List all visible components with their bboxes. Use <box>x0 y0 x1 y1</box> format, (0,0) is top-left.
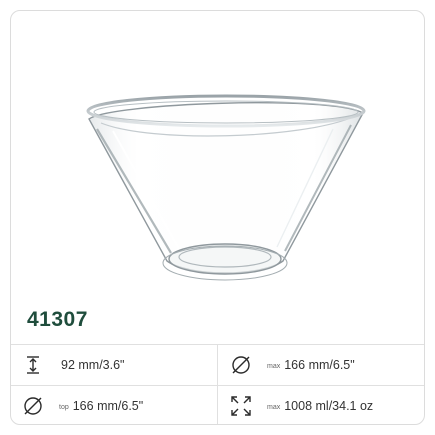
product-card: 41307 92 mm/3.6" max 166 mm/6.5" top 166… <box>10 10 425 425</box>
spec-max-diameter: max 166 mm/6.5" <box>229 345 355 385</box>
height-icon <box>27 356 39 374</box>
spec-height: 92 mm/3.6" <box>21 345 125 385</box>
spec-row: top 166 mm/6.5" max 1008 ml/34.1 oz <box>11 385 424 424</box>
spec-prefix: top <box>59 403 69 411</box>
diameter-icon <box>24 397 42 415</box>
spec-value: 166 mm/6.5" <box>72 399 144 413</box>
product-code: 41307 <box>27 308 88 331</box>
spec-top-diameter: top 166 mm/6.5" <box>21 386 144 424</box>
spec-table: 92 mm/3.6" max 166 mm/6.5" top 166 mm/6.… <box>11 344 424 424</box>
spec-row: 92 mm/3.6" max 166 mm/6.5" <box>11 344 424 385</box>
spec-value: 92 mm/3.6" <box>61 358 125 372</box>
spec-prefix: max <box>267 362 281 370</box>
spec-value: 166 mm/6.5" <box>284 358 355 372</box>
spec-value: 1008 ml/34.1 oz <box>284 399 374 413</box>
spec-prefix: max <box>267 403 281 411</box>
diameter-icon <box>232 356 250 374</box>
spec-capacity: max 1008 ml/34.1 oz <box>229 386 374 424</box>
product-image <box>86 94 366 281</box>
capacity-icon <box>231 396 251 416</box>
